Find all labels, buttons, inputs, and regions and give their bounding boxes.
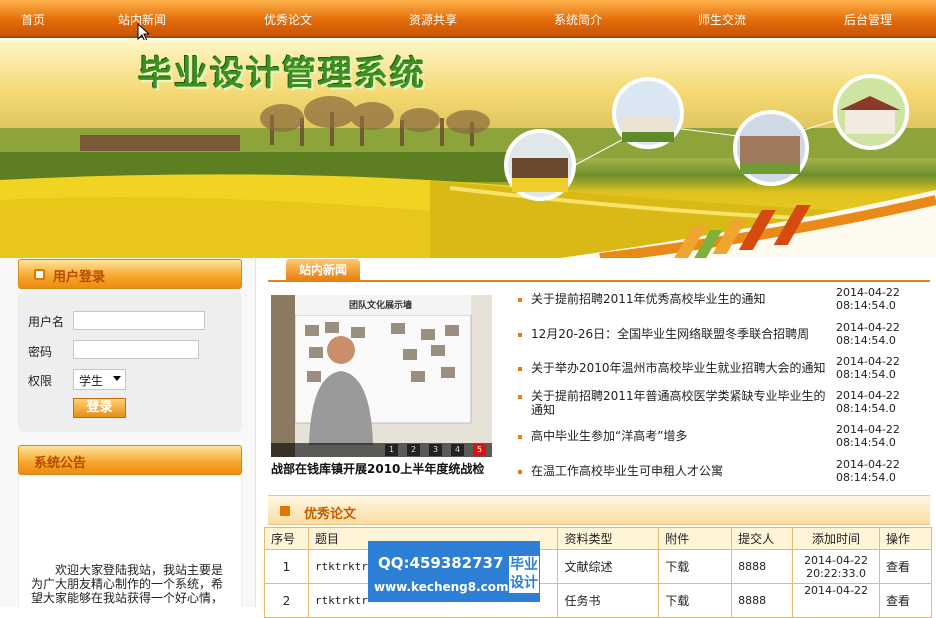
notice-panel-title: 系统公告 — [34, 456, 87, 471]
news-item-date: 2014-04-22 08:14:54.0 — [836, 286, 900, 312]
news-item-date: 2014-04-22 08:14:54.0 — [836, 355, 900, 381]
col-header-op: 操作 — [879, 527, 932, 550]
table-row: 2 rtktrktr 任务书 下载 8888 2014-04-22 查看 — [264, 583, 932, 618]
login-form: 用户名 密码 权限 学生 登录 — [18, 292, 242, 432]
news-item-title[interactable]: 关于举办2010年温州市高校毕业生就业招聘大会的通知 — [531, 361, 836, 375]
papers-section-title: 优秀论文 — [304, 507, 357, 522]
nav-papers[interactable]: 优秀论文 — [264, 11, 312, 28]
cell-user: 8888 — [731, 583, 794, 618]
news-item-title[interactable]: 高中毕业生参加“洋高考”增多 — [531, 429, 836, 443]
col-header-attach: 附件 — [658, 527, 733, 550]
ad-qq-number: QQ:459382737 — [378, 554, 504, 572]
slide-pager-4[interactable]: 4 — [451, 444, 464, 456]
login-panel-header: 用户登录 — [18, 259, 242, 289]
news-item-date: 2014-04-22 08:14:54.0 — [836, 423, 900, 449]
nav-about[interactable]: 系统简介 — [554, 11, 602, 28]
login-button[interactable]: 登录 — [73, 398, 126, 418]
cell-user: 8888 — [731, 549, 794, 584]
news-item-date: 2014-04-22 08:14:54.0 — [836, 389, 900, 415]
download-link[interactable]: 下载 — [658, 549, 733, 584]
col-header-type: 资料类型 — [557, 527, 660, 550]
login-panel-title: 用户登录 — [53, 270, 106, 285]
view-link[interactable]: 查看 — [879, 549, 932, 584]
news-photo-caption[interactable]: 战部在钱库镇开展2010上半年度统战检 — [271, 460, 493, 477]
news-item-title[interactable]: 关于提前招聘2011年普通高校医学类紧缺专业毕业生的通知 — [531, 389, 836, 417]
bullet-icon — [518, 298, 522, 302]
bullet-icon — [518, 395, 522, 399]
slide-pager-2[interactable]: 2 — [407, 444, 420, 456]
role-select[interactable]: 学生 — [73, 369, 126, 390]
news-item-title[interactable]: 在温工作高校毕业生可申租人才公寓 — [531, 464, 836, 478]
view-link[interactable]: 查看 — [879, 583, 932, 618]
login-panel-icon — [34, 269, 45, 280]
nav-exchange[interactable]: 师生交流 — [698, 11, 746, 28]
chevron-down-icon — [113, 376, 121, 381]
news-item-title[interactable]: 关于提前招聘2011年优秀高校毕业生的通知 — [531, 292, 836, 306]
col-header-no: 序号 — [264, 527, 309, 550]
cell-date: 2014-04-22 20:22:33.0 — [792, 549, 881, 584]
table-header-row: 序号 题目 资料类型 附件 提交人 添加时间 操作 — [264, 527, 932, 550]
nav-resources[interactable]: 资源共享 — [409, 11, 457, 28]
notice-text: 欢迎大家登陆我站，我站主要是为广大朋友精心制作的一个系统，希望大家能够在我站获得… — [31, 563, 224, 605]
password-label: 密码 — [28, 345, 53, 359]
username-input[interactable] — [73, 311, 205, 330]
notice-panel-header: 系统公告 — [18, 445, 242, 475]
nav-admin[interactable]: 后台管理 — [844, 11, 892, 28]
slide-pager-3[interactable]: 3 — [429, 444, 442, 456]
news-slideshow[interactable]: 团队文化展示墙 1 2 3 4 5 — [271, 295, 492, 457]
news-photo-title: 团队文化展示墙 — [349, 301, 413, 311]
col-header-user: 提交人 — [731, 527, 794, 550]
ad-badge: 毕业 设计 — [509, 556, 539, 593]
cell-type: 任务书 — [557, 583, 660, 618]
notice-panel: 欢迎大家登陆我站，我站主要是为广大朋友精心制作的一个系统，希望大家能够在我站获得… — [18, 476, 242, 607]
bullet-icon — [518, 470, 522, 474]
ad-url: www.kecheng8.com — [374, 580, 509, 594]
cell-type: 文献综述 — [557, 549, 660, 584]
cell-date: 2014-04-22 — [792, 583, 881, 618]
bullet-icon — [518, 435, 522, 439]
papers-table: 序号 题目 资料类型 附件 提交人 添加时间 操作 1 rtktrktr 文献综… — [264, 527, 932, 618]
col-header-date: 添加时间 — [792, 527, 881, 550]
cell-no: 1 — [264, 549, 309, 584]
bullet-icon — [518, 367, 522, 371]
news-photo-image — [271, 295, 492, 457]
role-select-value: 学生 — [79, 374, 104, 388]
news-tab-underline — [268, 280, 930, 282]
username-label: 用户名 — [28, 315, 65, 329]
papers-section-icon — [280, 506, 290, 516]
slide-pager-1[interactable]: 1 — [385, 444, 398, 456]
tab-site-news[interactable]: 站内新闻 — [286, 259, 360, 281]
bullet-icon — [518, 333, 522, 337]
news-item-date: 2014-04-22 08:14:54.0 — [836, 458, 900, 484]
download-link[interactable]: 下载 — [658, 583, 733, 618]
news-item-date: 2014-04-22 08:14:54.0 — [836, 321, 900, 347]
role-label: 权限 — [28, 374, 53, 388]
table-row: 1 rtktrktr 文献综述 下载 8888 2014-04-22 20:22:… — [264, 549, 932, 584]
cell-no: 2 — [264, 583, 309, 618]
password-input[interactable] — [73, 340, 199, 359]
papers-section-header: 优秀论文 — [268, 495, 930, 525]
nav-home[interactable]: 首页 — [21, 11, 45, 28]
slide-pager-5[interactable]: 5 — [473, 444, 486, 456]
site-title: 毕业设计管理系统 — [138, 54, 426, 94]
qq-contact-ad[interactable]: QQ:459382737 www.kecheng8.com 毕业 设计 — [368, 541, 540, 602]
header-banner: 毕业设计管理系统 — [0, 40, 936, 258]
news-item-title[interactable]: 12月20-26日：全国毕业生网络联盟冬季联合招聘周 — [531, 327, 836, 341]
